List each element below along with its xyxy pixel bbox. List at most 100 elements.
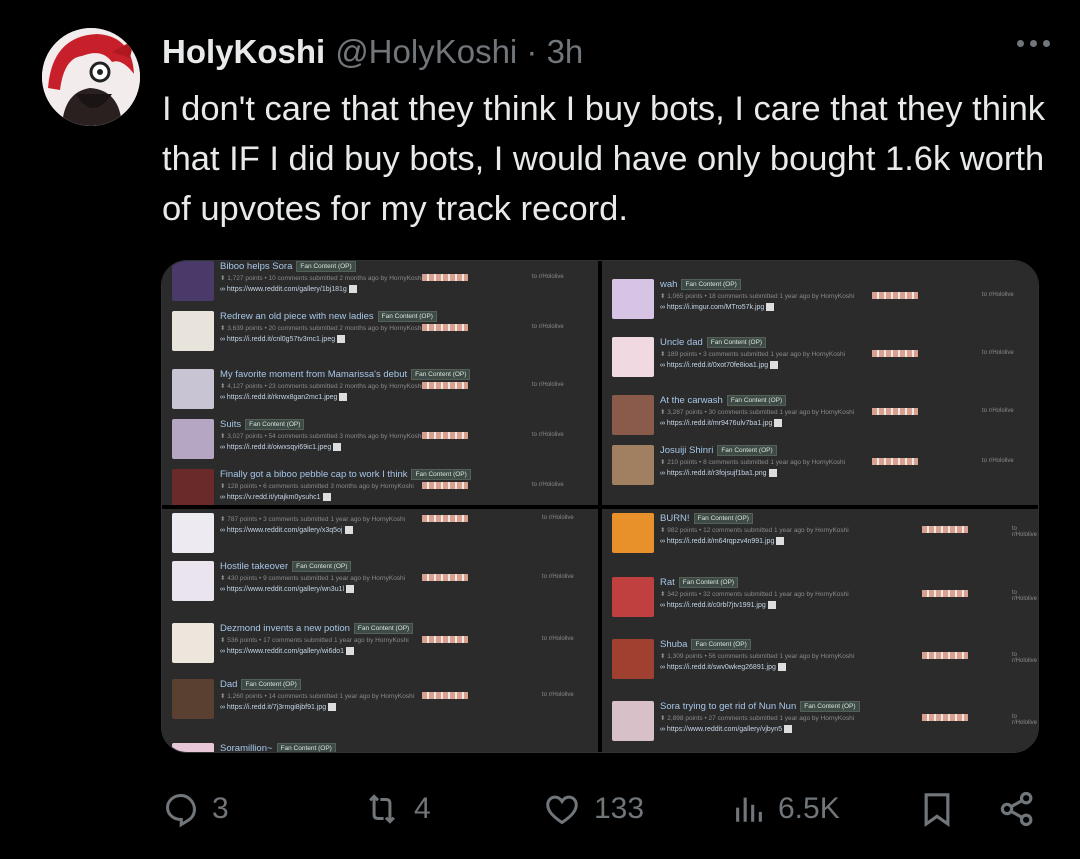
post-subreddit: to r/Hololive (532, 274, 564, 280)
post-flair: Fan Content (OP) (377, 311, 437, 322)
author-avatar[interactable] (42, 28, 140, 126)
post-title: wah Fan Content (OP) (660, 279, 741, 290)
post-thumbnail (172, 469, 214, 505)
expand-icon (337, 335, 346, 343)
author-display-name[interactable]: HolyKoshi (162, 33, 325, 71)
author-handle-timestamp[interactable]: @HolyKoshi · 3h (335, 33, 583, 71)
like-button[interactable]: 133 (542, 786, 644, 832)
post-url: ∞ https://i.redd.it/cnl0g57tv3mc1.jpeg (220, 335, 346, 343)
post-awards (872, 350, 918, 357)
post-title: Dad Fan Content (OP) (220, 679, 301, 690)
expand-icon (333, 443, 342, 451)
post-awards (422, 274, 468, 281)
reddit-post-entry: Rat Fan Content (OP) ⬍ 342 points • 32 com… (602, 577, 1038, 619)
post-subreddit: to r/Hololive (532, 324, 564, 330)
avatar-illustration (42, 28, 140, 126)
post-thumbnail (612, 395, 654, 435)
post-thumbnail (612, 577, 654, 617)
reddit-post-entry: Biboo helps Sora Fan Content (OP) ⬍ 1,727 … (162, 261, 598, 303)
post-awards (422, 636, 468, 643)
views-icon (736, 797, 762, 822)
post-subreddit: to r/Hololive (1012, 590, 1038, 602)
post-thumbnail (172, 369, 214, 409)
post-title: BURN! Fan Content (OP) (660, 513, 753, 524)
post-thumbnail (172, 513, 214, 553)
reddit-post-entry: wah Fan Content (OP) ⬍ 1,065 points • 18 c… (602, 279, 1038, 321)
post-thumbnail (612, 513, 654, 553)
reply-button[interactable]: 3 (162, 786, 229, 832)
share-icon (1000, 791, 1033, 827)
post-meta: ⬍ 3,287 points • 30 comments submitted 1… (660, 409, 855, 416)
post-subreddit: to r/Hololive (982, 350, 1014, 356)
post-url: ∞ https://www.reddit.com/gallery/x3q5oj (220, 526, 353, 534)
post-subreddit: to r/Hololive (1012, 526, 1038, 538)
post-subreddit: to r/Hololive (542, 636, 574, 642)
post-title: Uncle dad Fan Content (OP) (660, 337, 767, 348)
post-title: Rat Fan Content (OP) (660, 577, 739, 588)
reddit-post-entry: ⬍ 787 points • 3 comments submitted 1 ye… (162, 513, 598, 555)
post-flair: Fan Content (OP) (241, 679, 301, 690)
reddit-post-entry: At the carwash Fan Content (OP) ⬍ 3,287 po… (602, 395, 1038, 437)
expand-icon (339, 393, 348, 401)
reddit-post-entry: Dezmond invents a new potion Fan Content … (162, 623, 598, 665)
post-title: My favorite moment from Mamarissa's debu… (220, 369, 471, 380)
post-meta: ⬍ 4,127 points • 23 comments submitted 2… (220, 383, 423, 390)
post-thumbnail (172, 679, 214, 719)
like-icon (546, 795, 578, 825)
post-flair: Fan Content (OP) (681, 279, 741, 290)
views-count: 6.5K (778, 792, 840, 825)
post-url: ∞ https://i.redd.it/rkrwx8gan2mc1.jpeg (220, 393, 348, 401)
post-url: ∞ https://i.imgur.com/MTro57k.jpg (660, 303, 775, 311)
post-meta: ⬍ 210 points • 8 comments submitted 1 ye… (660, 459, 846, 466)
post-meta: ⬍ 1,065 points • 18 comments submitted 1… (660, 293, 855, 300)
reddit-post-entry: Finally got a biboo pebble cap to work I… (162, 469, 598, 505)
repost-button[interactable]: 4 (362, 786, 431, 832)
post-thumbnail (172, 311, 214, 351)
post-thumbnail (612, 639, 654, 679)
reddit-post-entry: Josuiji Shinri Fan Content (OP) ⬍ 210 poin… (602, 445, 1038, 487)
post-meta: ⬍ 536 points • 17 comments submitted 1 y… (220, 637, 409, 644)
post-url: ∞ https://www.reddit.com/gallery/vjbyn5 (660, 725, 793, 733)
post-meta: ⬍ 1,260 points • 14 comments submitted 1… (220, 693, 415, 700)
share-button[interactable] (997, 786, 1037, 832)
views-button[interactable]: 6.5K (732, 786, 840, 832)
post-flair: Fan Content (OP) (276, 743, 336, 752)
post-subreddit: to r/Hololive (982, 292, 1014, 298)
expand-icon (346, 647, 355, 655)
post-url: ∞ https://i.redd.it/r3fojsujf1ba1.png (660, 469, 777, 477)
post-url: ∞ https://i.redd.it/oiwxsqyi69ic1.jpeg (220, 443, 342, 451)
post-url: ∞ https://v.redd.it/ytajkm0ysuhc1 (220, 493, 331, 501)
repost-icon (369, 794, 395, 824)
post-subreddit: to r/Hololive (542, 574, 574, 580)
post-subreddit: to r/Hololive (542, 692, 574, 698)
reddit-post-entry: Shuba Fan Content (OP) ⬍ 1,309 points • 56… (602, 639, 1038, 681)
more-options-button[interactable] (1017, 40, 1050, 47)
post-subreddit: to r/Hololive (982, 458, 1014, 464)
post-flair: Fan Content (OP) (693, 513, 753, 524)
post-thumbnail (612, 701, 654, 741)
post-meta: ⬍ 342 points • 32 comments submitted 1 y… (660, 591, 849, 598)
post-flair: Fan Content (OP) (678, 577, 739, 588)
post-subreddit: to r/Hololive (532, 432, 564, 438)
post-awards (422, 482, 468, 489)
post-url: ∞ https://i.redd.it/m64rqpzv4n991.jpg (660, 537, 785, 545)
post-title: Redrew an old piece with new ladies Fan C… (220, 311, 437, 322)
post-awards (422, 432, 468, 439)
post-title: Shuba Fan Content (OP) (660, 639, 751, 650)
post-title: Biboo helps Sora Fan Content (OP) (220, 261, 356, 272)
post-awards (422, 692, 468, 699)
post-meta: ⬍ 1,309 points • 56 comments submitted 1… (660, 653, 855, 660)
reddit-post-entry: BURN! Fan Content (OP) ⬍ 982 points • 12 c… (602, 513, 1038, 555)
more-icon (1017, 40, 1024, 47)
media-panel-bottom-left: ⬍ 787 points • 3 comments submitted 1 ye… (162, 509, 598, 752)
expand-icon (322, 493, 331, 501)
post-title: Sora trying to get rid of Nun Nun Fan Con… (660, 701, 860, 712)
post-flair: Fan Content (OP) (296, 261, 356, 272)
tweet-media-image[interactable]: Biboo helps Sora Fan Content (OP) ⬍ 1,727 … (161, 260, 1039, 753)
post-subreddit: to r/Hololive (1012, 652, 1038, 664)
expand-icon (328, 703, 337, 711)
post-thumbnail (612, 337, 654, 377)
post-title: At the carwash Fan Content (OP) (660, 395, 787, 406)
post-flair: Fan Content (OP) (411, 469, 471, 480)
bookmark-button[interactable] (917, 786, 957, 832)
